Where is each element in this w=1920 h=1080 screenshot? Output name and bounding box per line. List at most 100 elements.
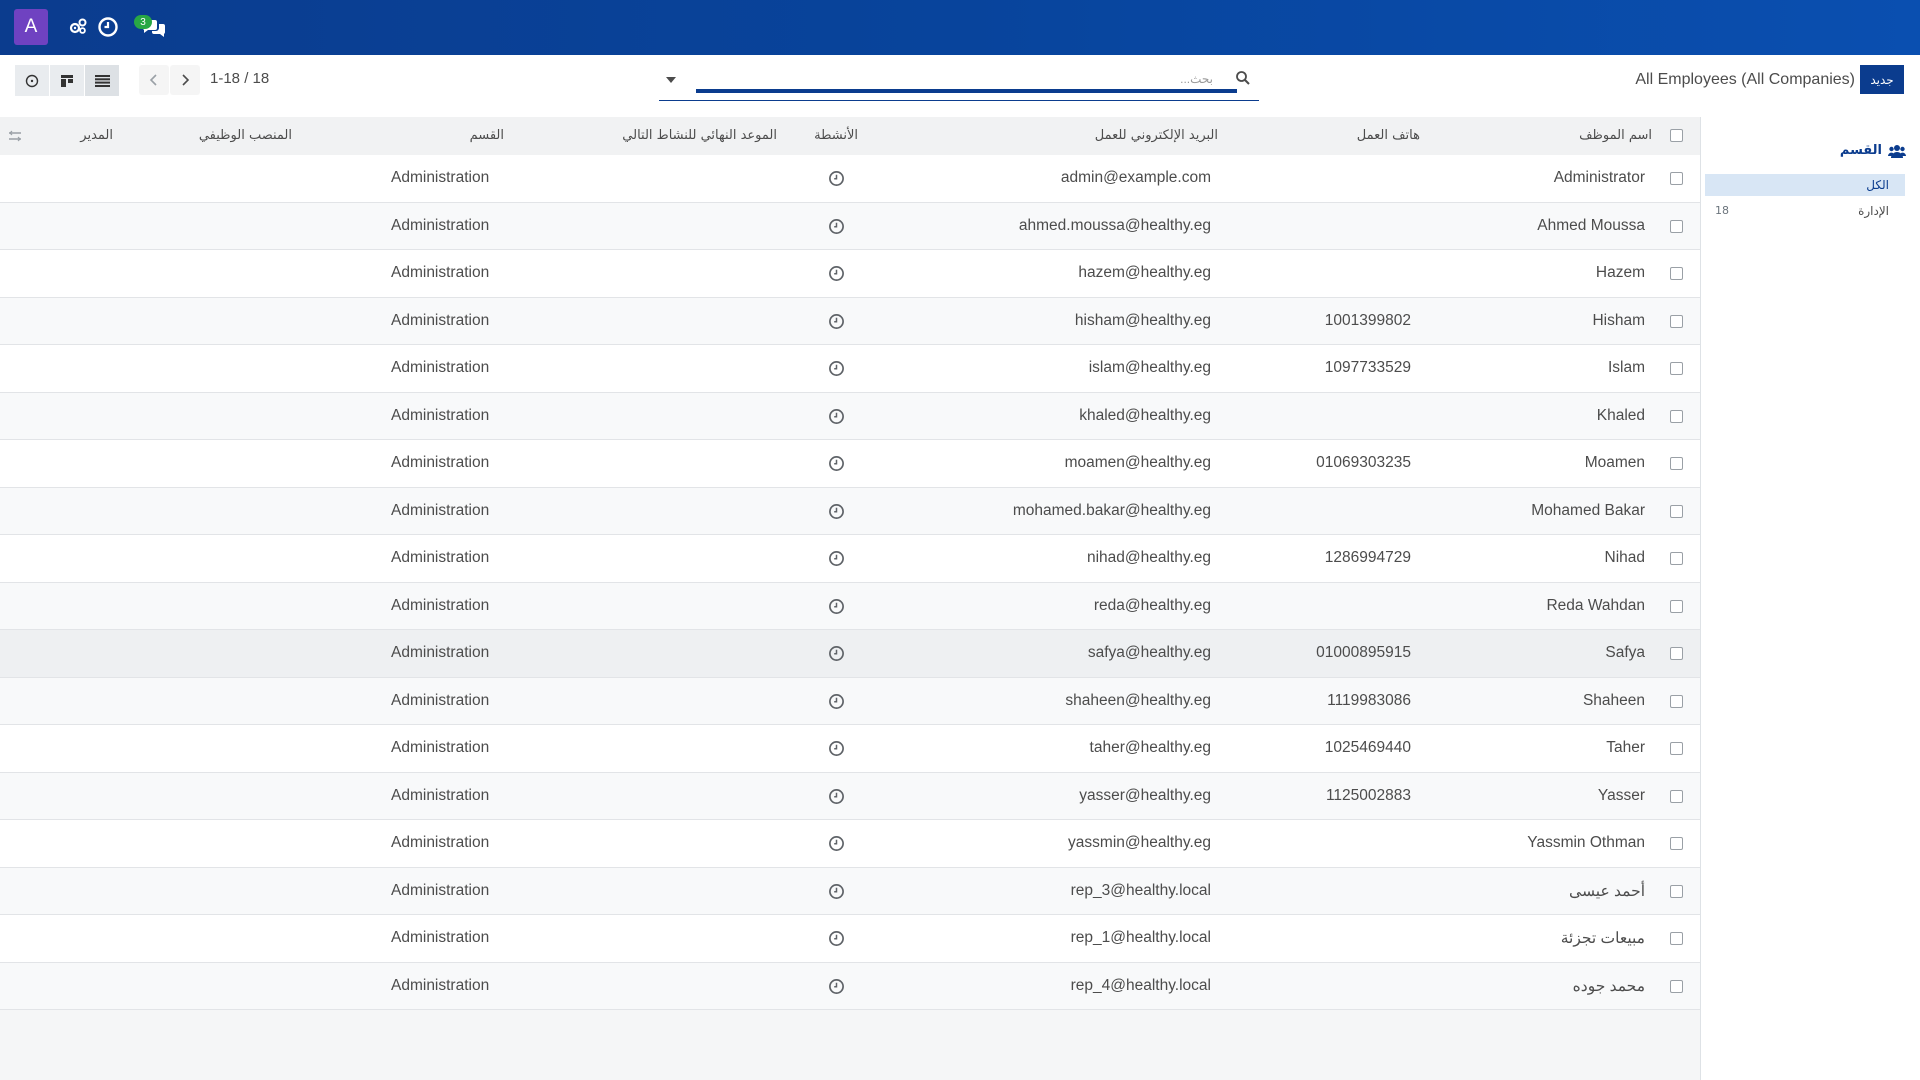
caret-down-icon[interactable]	[665, 74, 677, 86]
search-input[interactable]	[696, 69, 1237, 93]
header-work-phone[interactable]: هاتف العمل	[1357, 128, 1420, 143]
table-row[interactable]: Reda Wahdan reda@healthy.eg Administration	[0, 582, 1700, 630]
activity-clock-icon[interactable]	[828, 455, 845, 472]
header-manager[interactable]: المدير	[80, 128, 113, 143]
header-employee-name[interactable]: اسم الموظف	[1579, 128, 1652, 143]
activity-clock-icon[interactable]	[828, 835, 845, 852]
department: Administration	[391, 596, 490, 614]
pager-previous-button[interactable]	[139, 65, 169, 95]
employee-name: أحمد عيسى	[1569, 882, 1645, 900]
row-checkbox[interactable]	[1670, 219, 1683, 233]
department: Administration	[391, 216, 490, 234]
table-row[interactable]: Safya 01000895915 safya@healthy.eg Administ…	[0, 630, 1700, 678]
table-row[interactable]: Hazem hazem@healthy.eg Administration	[0, 250, 1700, 298]
row-checkbox[interactable]	[1670, 694, 1683, 708]
activity-clock-icon[interactable]	[828, 883, 845, 900]
table-row[interactable]: Hisham 1001399802 hisham@healthy.eg Adminis…	[0, 297, 1700, 345]
activity-clock-icon[interactable]	[828, 598, 845, 615]
optional-columns-icon[interactable]	[8, 130, 22, 142]
activity-clock-icon[interactable]	[828, 503, 845, 520]
row-checkbox[interactable]	[1670, 789, 1683, 803]
header-department[interactable]: القسم	[470, 128, 504, 143]
table-row[interactable]: Moamen 01069303235 moamen@healthy.eg Admini…	[0, 440, 1700, 488]
activity-clock-icon[interactable]	[828, 788, 845, 805]
table-row[interactable]: Taher 1025469440 taher@healthy.eg Administr…	[0, 725, 1700, 773]
side-item-all-label: الكل	[1866, 178, 1889, 192]
search-icon[interactable]	[1235, 70, 1251, 86]
header-activities[interactable]: الأنشطة	[814, 128, 858, 143]
table-row[interactable]: محمد جوده rep_4@healthy.local Administrati…	[0, 962, 1700, 1010]
side-item-label: الإدارة	[1858, 204, 1889, 218]
activity-clock-icon[interactable]	[828, 265, 845, 282]
row-checkbox[interactable]	[1670, 552, 1683, 565]
table-body: Administrator admin@example.com Administra…	[0, 155, 1700, 1010]
department: Administration	[391, 644, 490, 661]
row-checkbox[interactable]	[1670, 647, 1683, 660]
side-item-administration[interactable]: 18 الإدارة	[1705, 202, 1905, 224]
work-phone: 01069303235	[1316, 454, 1411, 471]
app-avatar[interactable]: A	[14, 9, 48, 45]
activity-clock-icon[interactable]	[828, 930, 845, 947]
work-phone: 1286994729	[1324, 549, 1411, 566]
activity-clock-icon[interactable]	[828, 550, 845, 567]
table-row[interactable]: Islam 1097733529 islam@healthy.eg Administr…	[0, 345, 1700, 393]
row-checkbox[interactable]	[1670, 979, 1683, 993]
side-item-all[interactable]: الكل	[1705, 174, 1905, 196]
work-email: safya@healthy.eg	[1087, 644, 1211, 661]
table-row[interactable]: Khaled khaled@healthy.eg Administration	[0, 392, 1700, 440]
employee-name: Khaled	[1596, 406, 1645, 424]
top-navbar: A 3	[0, 0, 1920, 55]
activity-clock-icon[interactable]	[828, 170, 845, 187]
table-row[interactable]: Mohamed Bakar mohamed.bakar@healthy.eg Adm…	[0, 487, 1700, 535]
activity-clock-icon[interactable]	[828, 645, 845, 662]
work-email: rep_1@healthy.local	[1070, 929, 1211, 946]
activity-clock-icon[interactable]	[828, 978, 845, 995]
activity-clock-icon[interactable]	[828, 740, 845, 757]
new-button[interactable]: جديد	[1860, 65, 1904, 94]
row-checkbox[interactable]	[1670, 172, 1683, 185]
row-checkbox[interactable]	[1670, 457, 1683, 470]
activity-clock-icon[interactable]	[828, 360, 845, 377]
header-next-activity-deadline[interactable]: الموعد النهائي للنشاط التالي	[622, 128, 777, 143]
work-email: shaheen@healthy.eg	[1065, 691, 1211, 709]
table-row[interactable]: أحمد عيسى rep_3@healthy.local Administrati…	[0, 867, 1700, 915]
pager-value[interactable]: 1-18 / 18	[210, 70, 269, 87]
table-row[interactable]: Ahmed Moussa ahmed.moussa@healthy.eg Admin…	[0, 202, 1700, 250]
activity-view-button[interactable]	[15, 65, 49, 96]
table-row[interactable]: Shaheen 1119983086 shaheen@healthy.eg Admin…	[0, 677, 1700, 725]
employee-name: Hazem	[1595, 264, 1645, 281]
row-checkbox[interactable]	[1670, 599, 1683, 613]
department-side-panel: القسم الكل 18 الإدارة	[1701, 117, 1920, 1080]
activity-clock-icon[interactable]	[828, 313, 845, 330]
work-phone: 1025469440	[1324, 739, 1411, 756]
select-all-checkbox[interactable]	[1670, 129, 1683, 142]
table-row[interactable]: Nihad 1286994729 nihad@healthy.eg Administr…	[0, 535, 1700, 583]
row-checkbox[interactable]	[1670, 267, 1683, 280]
pager-next-button[interactable]	[170, 65, 200, 95]
work-email: islam@healthy.eg	[1088, 359, 1211, 376]
clock-icon[interactable]	[96, 15, 120, 39]
table-row[interactable]: Yasser 1125002883 yasser@healthy.eg Adminis…	[0, 772, 1700, 820]
row-checkbox[interactable]	[1670, 742, 1683, 755]
row-checkbox[interactable]	[1670, 409, 1683, 423]
row-checkbox[interactable]	[1670, 362, 1683, 375]
activity-clock-icon[interactable]	[828, 218, 845, 235]
work-phone: 1097733529	[1324, 359, 1411, 376]
header-work-email[interactable]: البريد الإلكتروني للعمل	[1095, 128, 1218, 143]
kanban-view-button[interactable]	[50, 65, 84, 96]
row-checkbox[interactable]	[1670, 837, 1683, 850]
row-checkbox[interactable]	[1670, 504, 1683, 518]
table-row[interactable]: مبيعات تجزئة rep_1@healthy.local Administr…	[0, 915, 1700, 963]
row-checkbox[interactable]	[1670, 314, 1683, 328]
table-row[interactable]: Administrator admin@example.com Administra…	[0, 155, 1700, 203]
department: Administration	[391, 834, 490, 851]
list-view-button[interactable]	[85, 65, 119, 96]
settings-gears-icon[interactable]	[66, 15, 90, 39]
table-row[interactable]: Yassmin Othman yassmin@healthy.eg Administ…	[0, 820, 1700, 868]
activity-clock-icon[interactable]	[828, 408, 845, 425]
row-checkbox[interactable]	[1670, 932, 1683, 945]
header-job-title[interactable]: المنصب الوظيفي	[199, 128, 292, 143]
row-checkbox[interactable]	[1670, 884, 1683, 898]
work-email: rep_3@healthy.local	[1070, 881, 1211, 899]
activity-clock-icon[interactable]	[828, 693, 845, 710]
